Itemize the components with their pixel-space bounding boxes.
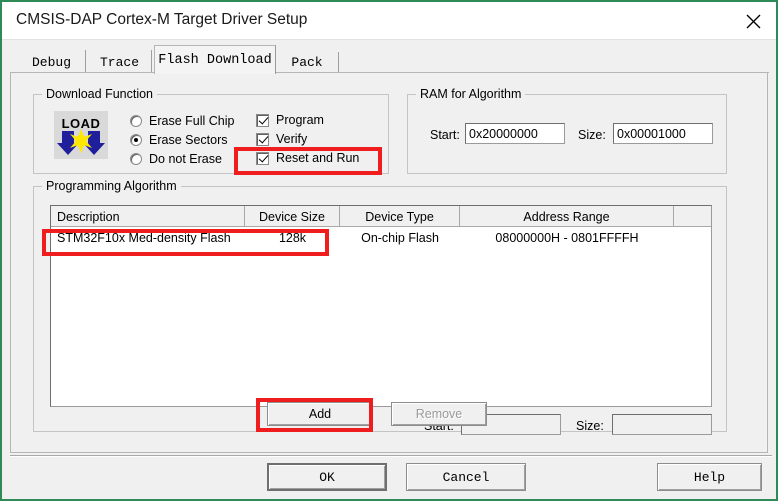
load-icon: LOAD	[54, 111, 108, 159]
title-bar: CMSIS-DAP Cortex-M Target Driver Setup	[2, 2, 776, 40]
ram-size-input[interactable]: 0x00001000	[613, 123, 713, 144]
ram-size-label: Size:	[578, 128, 606, 142]
radio-erase-sectors-mark	[130, 134, 142, 146]
panel-top-border	[11, 72, 769, 73]
radio-do-not-erase-label: Do not Erase	[149, 152, 222, 166]
radio-erase-sectors-label: Erase Sectors	[149, 133, 228, 147]
remove-button[interactable]: Remove	[391, 402, 487, 426]
checkbox-reset-and-run[interactable]: Reset and Run	[256, 151, 359, 165]
radio-do-not-erase[interactable]: Do not Erase	[130, 152, 222, 166]
checkbox-verify-label: Verify	[276, 132, 308, 146]
ram-start-input[interactable]: 0x20000000	[465, 123, 565, 144]
radio-erase-full-chip-label: Erase Full Chip	[149, 114, 235, 128]
close-icon[interactable]	[730, 2, 776, 40]
driver-setup-window: CMSIS-DAP Cortex-M Target Driver Setup D…	[0, 0, 778, 501]
cell-address-range: 08000000H - 0801FFFFH	[495, 231, 639, 245]
checkbox-program-mark	[256, 113, 269, 127]
window-title: CMSIS-DAP Cortex-M Target Driver Setup	[16, 11, 308, 28]
column-header-description[interactable]: Description	[51, 206, 245, 227]
radio-erase-full-chip-mark	[130, 115, 142, 127]
ram-for-algorithm-group: RAM for Algorithm Start: 0x20000000 Size…	[407, 87, 727, 174]
download-function-group: Download Function LOAD Erase Full Chip E…	[33, 87, 389, 174]
column-header-device-type[interactable]: Device Type	[340, 206, 460, 227]
checkbox-reset-and-run-label: Reset and Run	[276, 151, 360, 165]
cell-device-size: 128k	[278, 231, 307, 245]
programming-algorithm-list[interactable]: Description Device Size Device Type Addr…	[50, 205, 712, 407]
cell-device-type: On-chip Flash	[361, 231, 439, 245]
ok-button[interactable]: OK	[267, 463, 387, 491]
table-row[interactable]: STM32F10x Med-density Flash 128k On-chip…	[51, 228, 711, 248]
algorithm-table-header: Description Device Size Device Type Addr…	[51, 206, 711, 227]
help-button[interactable]: Help	[657, 463, 762, 491]
radio-erase-sectors[interactable]: Erase Sectors	[130, 133, 228, 147]
cancel-button[interactable]: Cancel	[406, 463, 526, 491]
cell-extra	[674, 228, 711, 248]
tab-flash-download[interactable]: Flash Download	[154, 45, 276, 74]
svg-text:LOAD: LOAD	[62, 116, 101, 131]
tab-debug[interactable]: Debug	[18, 50, 86, 74]
add-button[interactable]: Add	[267, 402, 373, 426]
radio-do-not-erase-mark	[130, 153, 142, 165]
programming-algorithm-group: Programming Algorithm Description Device…	[33, 179, 727, 435]
algorithm-size-input[interactable]	[612, 414, 712, 435]
ram-start-label: Start:	[430, 128, 460, 142]
programming-algorithm-title: Programming Algorithm	[42, 179, 181, 193]
bottom-separator	[10, 455, 772, 457]
checkbox-program[interactable]: Program	[256, 113, 324, 127]
tab-strip-end-divider	[338, 52, 339, 72]
tab-strip: Debug Trace Flash Download Pack	[10, 44, 768, 74]
column-header-extra[interactable]	[674, 206, 711, 227]
algorithm-size-label: Size:	[576, 419, 604, 433]
tab-trace[interactable]: Trace	[88, 50, 152, 74]
column-header-address-range[interactable]: Address Range	[460, 206, 674, 227]
flash-download-panel: Download Function LOAD Erase Full Chip E…	[10, 72, 769, 453]
ram-for-algorithm-title: RAM for Algorithm	[416, 87, 526, 101]
tab-pack[interactable]: Pack	[277, 50, 337, 74]
checkbox-verify[interactable]: Verify	[256, 132, 307, 146]
radio-erase-full-chip[interactable]: Erase Full Chip	[130, 114, 234, 128]
column-header-device-size[interactable]: Device Size	[245, 206, 340, 227]
download-function-title: Download Function	[42, 87, 158, 101]
checkbox-program-label: Program	[276, 113, 324, 127]
cell-description: STM32F10x Med-density Flash	[57, 231, 231, 245]
checkbox-verify-mark	[256, 132, 269, 146]
checkbox-reset-and-run-mark	[256, 151, 269, 165]
